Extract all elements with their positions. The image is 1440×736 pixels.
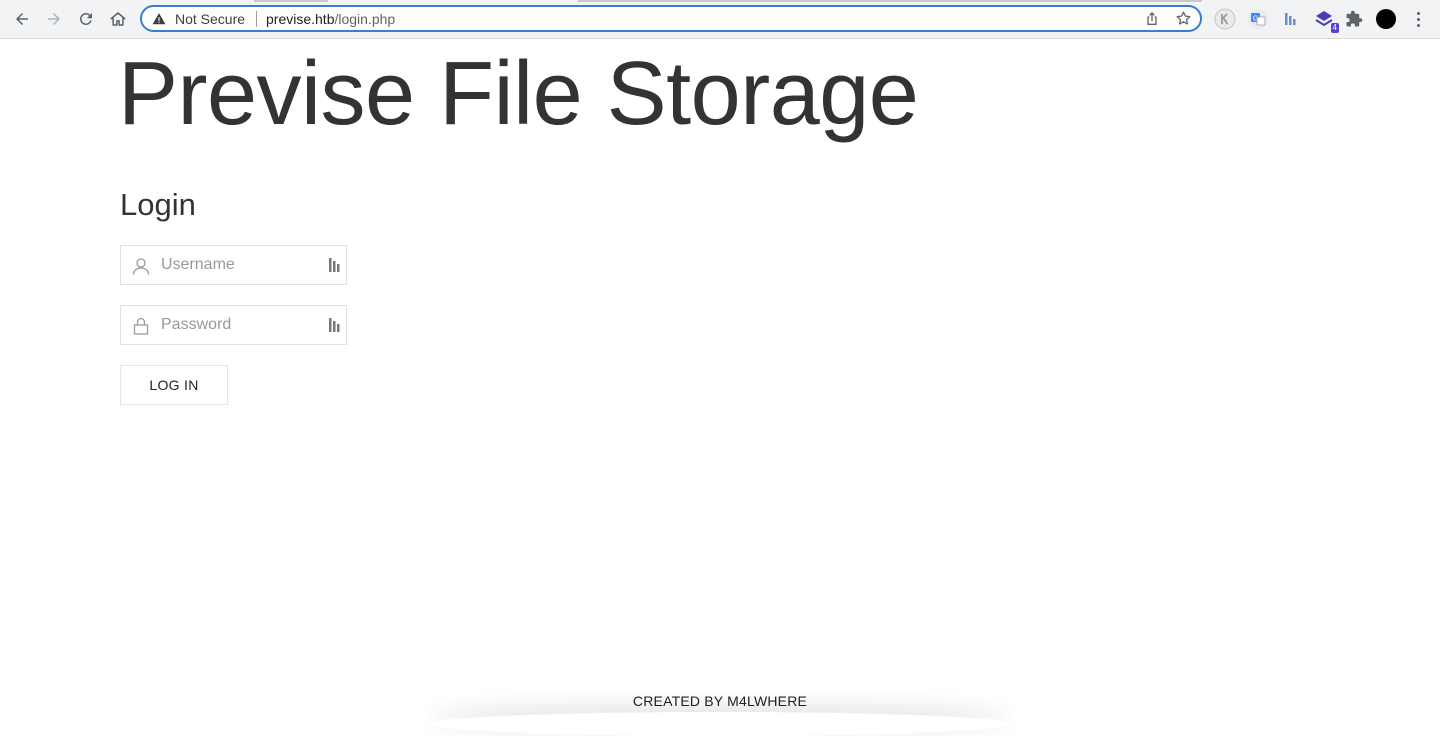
extension-button[interactable] [1280,8,1302,30]
password-field[interactable] [120,305,347,345]
extensions-menu-button[interactable] [1343,8,1365,30]
url-host: previse.htb [266,11,335,27]
reload-icon [79,12,92,25]
bookmark-star-icon[interactable] [1175,10,1192,27]
profile-avatar[interactable] [1376,9,1396,29]
username-field[interactable] [120,245,347,285]
url-text[interactable]: previse.htb/login.php [266,10,395,28]
back-button[interactable] [10,7,34,31]
username-input[interactable] [161,246,321,284]
extension-k-icon [1214,8,1236,30]
password-input[interactable] [161,306,321,344]
page-title: Previse File Storage [118,44,919,144]
warning-icon [152,13,166,25]
arrow-left-icon [16,13,28,25]
menu-dot-icon [1416,11,1420,15]
url-path: /login.php [334,11,396,27]
extension-badge: 4 [1330,23,1339,33]
puzzle-icon [1346,10,1363,27]
login-button[interactable]: LOG IN [120,365,228,405]
arrow-right-icon [48,13,60,25]
menu-dot-icon [1416,23,1420,27]
keeper-icon [1285,13,1296,25]
footer-shadow [430,712,1010,736]
share-icon[interactable] [1144,11,1160,27]
home-button[interactable] [106,7,130,31]
security-label: Not Secure [175,11,246,27]
reload-button[interactable] [74,7,98,31]
extension-button[interactable] [1214,8,1236,30]
extension-button[interactable]: G [1247,8,1269,30]
keeper-fill-icon[interactable] [329,258,341,272]
address-bar[interactable]: Not Secure previse.htb/login.php [140,5,1202,32]
tab-edge [578,0,1202,2]
google-translate-icon: G [1248,9,1268,29]
user-icon [132,258,150,275]
keeper-fill-icon[interactable] [329,318,341,332]
lock-icon [133,317,149,335]
home-icon [110,12,126,26]
browser-toolbar: Not Secure previse.htb/login.php G 4 [0,0,1440,39]
tab-edge [254,0,328,2]
footer-credit: CREATED BY M4LWHERE [632,693,808,709]
extension-button[interactable]: 4 [1313,8,1339,33]
separator [256,11,257,27]
login-heading: Login [120,187,196,222]
browser-menu-button[interactable] [1412,9,1424,29]
forward-button[interactable] [42,7,66,31]
menu-dot-icon [1416,17,1420,21]
